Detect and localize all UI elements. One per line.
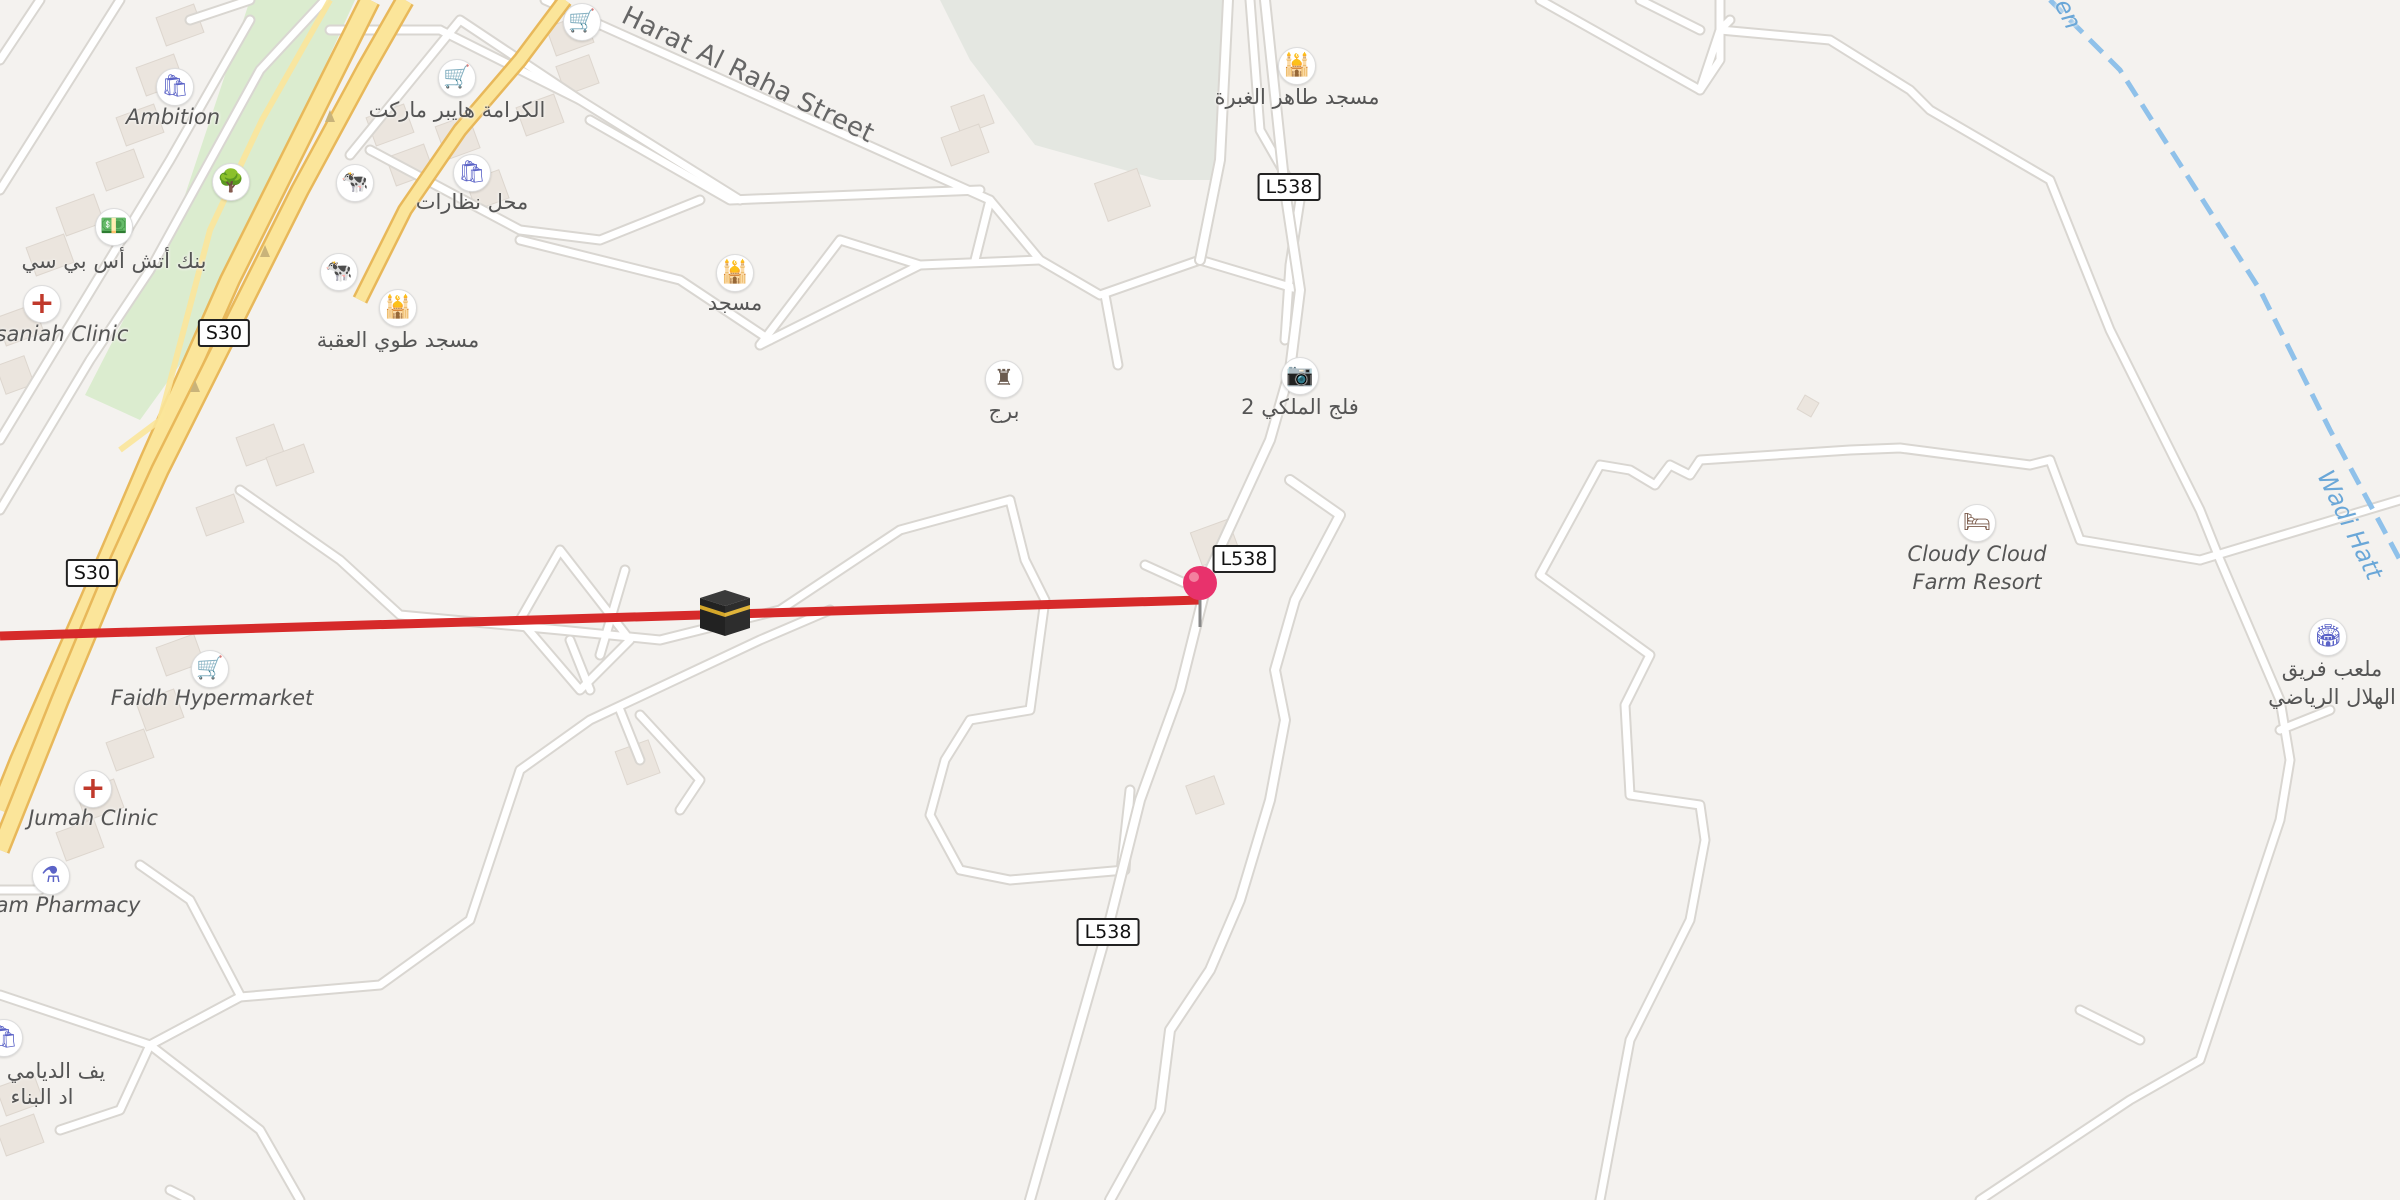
bed-icon[interactable]: 🛏 — [1958, 504, 1996, 542]
mosque-icon[interactable]: 🕌 — [379, 289, 417, 327]
kaaba-icon[interactable] — [698, 588, 752, 638]
shield-s30-bottom: S30 — [65, 559, 119, 587]
place-label-jumah-clinic: Jumah Clinic — [28, 806, 158, 830]
shopping-cart-icon[interactable]: 🛒 — [563, 3, 601, 41]
shopping-basket-icon[interactable]: 🛍 — [156, 68, 194, 106]
place-label-clinic-top: saniah Clinic — [0, 322, 129, 346]
place-label-karama-market: الكرامة هايبر ماركت — [368, 98, 546, 122]
place-label-bottom-left-line1: يف الديامي — [6, 1059, 106, 1083]
shopping-cart-icon[interactable]: 🛒 — [191, 650, 229, 688]
location-pin-icon[interactable] — [1180, 565, 1220, 629]
shield-l538-bottom: L538 — [1076, 918, 1140, 946]
cow-icon[interactable]: 🐄 — [320, 253, 358, 291]
shield-s30-top: S30 — [197, 319, 251, 347]
shopping-basket-icon[interactable]: 🛍 — [453, 154, 491, 192]
camera-icon[interactable]: 📷 — [1281, 357, 1319, 395]
pharmacy-icon[interactable]: ⚗ — [32, 857, 70, 895]
place-label-optics-shop: محل نظارات — [415, 190, 529, 214]
place-label-tower: برج — [988, 399, 1020, 423]
place-label-ambition: Ambition — [125, 105, 221, 129]
shield-l538-top: L538 — [1257, 173, 1321, 201]
banknote-icon[interactable]: 💵 — [95, 208, 133, 246]
shopping-cart-icon[interactable]: 🛒 — [438, 59, 476, 97]
place-label-playground: ملعب فريق الهلال الرياضي — [2268, 657, 2396, 709]
tower-icon[interactable]: ♜ — [985, 360, 1023, 398]
stadium-icon[interactable]: 🏟 — [2309, 618, 2347, 656]
shield-l538-middle: L538 — [1212, 545, 1276, 573]
place-label-bottom-left-line2: اد البناء — [10, 1085, 74, 1109]
place-label-mosque: مسجد — [707, 291, 763, 315]
place-label-cloudy-cloud: Cloudy Cloud Farm Resort — [1907, 542, 2047, 594]
place-label-mosque-aqaba: مسجد طوي العقبة — [316, 328, 480, 352]
place-label-pharmacy: am Pharmacy — [0, 893, 141, 917]
place-label-falaj: فلج الملكي 2 — [1241, 395, 1359, 419]
mosque-icon[interactable]: 🕌 — [716, 254, 754, 292]
place-label-faidh-hypermarket: Faidh Hypermarket — [110, 686, 314, 710]
place-label-mosque-top: مسجد طاهر الغبرة — [1214, 85, 1380, 109]
waterway-wadi — [2048, 0, 2400, 562]
place-label-bank: بنك أتش أس بي سي — [21, 249, 207, 273]
mosque-icon[interactable]: 🕌 — [1278, 47, 1316, 85]
medical-cross-icon[interactable]: + — [23, 285, 61, 323]
tree-icon[interactable]: 🌳 — [212, 163, 250, 201]
medical-cross-icon[interactable]: + — [74, 770, 112, 808]
cow-icon[interactable]: 🐄 — [336, 164, 374, 202]
